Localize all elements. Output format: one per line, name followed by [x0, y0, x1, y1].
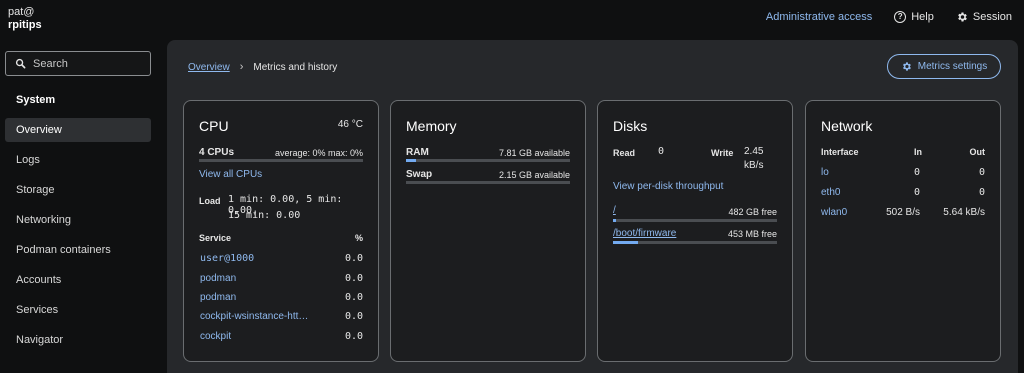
interface-header: Interface [821, 147, 859, 157]
administrative-access-button[interactable]: Administrative access [766, 11, 872, 23]
write-label: Write [711, 148, 734, 158]
sidebar-item-overview[interactable]: Overview [5, 118, 151, 142]
service-link[interactable]: podman [200, 292, 236, 303]
host-label: pat@ rpitips [8, 6, 42, 32]
view-per-disk-throughput-link[interactable]: View per-disk throughput [613, 181, 723, 192]
mount-boot-firmware-bar [613, 241, 777, 244]
mount-root-fill [613, 219, 617, 222]
read-label: Read [613, 148, 636, 158]
swap-available: 2.15 GB available [498, 170, 570, 180]
memory-title: Memory [406, 118, 457, 134]
service-value: 0.0 [344, 273, 363, 284]
interface-eth0-link[interactable]: eth0 [821, 187, 840, 198]
service-row: podman 0.0 [200, 273, 363, 284]
help-icon: ? [894, 11, 907, 23]
cpu-title: CPU [199, 118, 229, 134]
ram-label: RAM [406, 147, 429, 158]
interface-wlan0-in: 502 B/s [886, 207, 920, 218]
ram-usage-bar [406, 159, 570, 162]
search-input[interactable]: Search [5, 51, 151, 76]
disks-title: Disks [613, 118, 648, 134]
cpu-usage-bar [199, 159, 363, 162]
load-label: Load [199, 196, 221, 206]
cpu-card: CPU 46 °C 4 CPUs average: 0% max: 0% Vie… [183, 100, 379, 362]
service-row: cockpit 0.0 [200, 331, 363, 342]
mount-boot-firmware-free: 453 MB free [727, 229, 777, 239]
sidebar-item-storage[interactable]: Storage [5, 178, 151, 202]
metrics-settings-button[interactable]: Metrics settings [887, 54, 1001, 79]
service-row: user@1000 0.0 [200, 253, 363, 264]
mount-root-bar [613, 219, 777, 222]
cpu-temperature: 46 °C [337, 119, 363, 130]
memory-card: Memory RAM 7.81 GB available Swap 2.15 G… [390, 100, 586, 362]
mount-root-free: 482 GB free [728, 207, 777, 217]
view-all-cpus-link[interactable]: View all CPUs [199, 169, 262, 180]
cpu-average: average: 0% max: 0% [274, 148, 363, 158]
session-label: Session [972, 11, 1012, 23]
service-link[interactable]: cockpit [200, 331, 231, 342]
ram-usage-fill [406, 159, 416, 162]
help-button[interactable]: ? Help [894, 11, 934, 23]
breadcrumb: Overview › Metrics and history [188, 61, 337, 73]
host-name: rpitips [8, 19, 42, 31]
breadcrumb-overview-link[interactable]: Overview [188, 62, 230, 73]
breadcrumb-current: Metrics and history [253, 61, 338, 73]
swap-usage-bar [406, 181, 570, 184]
service-value: 0.0 [344, 253, 363, 264]
session-button[interactable]: Session [956, 11, 1012, 23]
out-header: Out [969, 147, 986, 157]
service-value: 0.0 [344, 331, 363, 342]
gear-icon [902, 62, 911, 71]
interface-eth0-out: 0 [978, 187, 985, 198]
host-user: pat@ [8, 6, 35, 18]
search-placeholder: Search [33, 57, 68, 70]
interface-eth0-in: 0 [913, 187, 920, 198]
swap-label: Swap [406, 169, 433, 180]
service-header: Service [199, 233, 232, 243]
mount-boot-firmware-fill [613, 241, 638, 244]
service-link[interactable]: user@1000 [200, 253, 254, 264]
percent-header: % [354, 233, 363, 243]
network-card: Network Interface In Out lo 0 0 eth0 0 0… [805, 100, 1001, 362]
sidebar-item-podman-containers[interactable]: Podman containers [5, 238, 151, 262]
read-value: 0 [658, 146, 665, 157]
load-line-2: 15 min: 0.00 [228, 210, 301, 221]
sidebar-item-networking[interactable]: Networking [5, 208, 151, 232]
metrics-settings-label: Metrics settings [917, 61, 988, 72]
cpu-count: 4 CPUs [199, 147, 235, 158]
interface-lo-link[interactable]: lo [821, 167, 829, 178]
mount-boot-firmware-link[interactable]: /boot/firmware [613, 228, 676, 239]
write-unit: kB/s [744, 160, 764, 171]
disks-card: Disks Read 0 Write 2.45 kB/s View per-di… [597, 100, 793, 362]
main-panel: Overview › Metrics and history Metrics s… [167, 40, 1018, 373]
mount-root-link[interactable]: / [613, 205, 616, 216]
sidebar-item-navigator[interactable]: Navigator [5, 328, 151, 352]
breadcrumb-separator-icon: › [239, 61, 244, 73]
write-value: 2.45 [744, 146, 764, 157]
interface-wlan0-out: 5.64 kB/s [943, 207, 985, 218]
ram-available: 7.81 GB available [498, 148, 570, 158]
help-label: Help [911, 11, 934, 23]
search-icon [15, 58, 26, 69]
sidebar-section-system: System [16, 94, 56, 106]
sidebar-nav: System Overview Logs Storage Networking … [5, 88, 151, 352]
sidebar-item-logs[interactable]: Logs [5, 148, 151, 172]
sidebar-item-services[interactable]: Services [5, 298, 151, 322]
interface-lo-in: 0 [913, 167, 920, 178]
gear-icon [958, 12, 967, 22]
service-row: podman 0.0 [200, 292, 363, 303]
service-link[interactable]: cockpit-wsinstance-htt… [200, 311, 308, 322]
top-nav: Administrative access ? Help Session [766, 11, 1012, 23]
service-link[interactable]: podman [200, 273, 236, 284]
network-title: Network [821, 118, 873, 134]
sidebar-item-accounts[interactable]: Accounts [5, 268, 151, 292]
in-header: In [914, 147, 922, 157]
service-row: cockpit-wsinstance-htt… 0.0 [200, 311, 363, 322]
service-value: 0.0 [344, 292, 363, 303]
service-value: 0.0 [344, 311, 363, 322]
interface-lo-out: 0 [978, 167, 985, 178]
interface-wlan0-link[interactable]: wlan0 [821, 207, 847, 218]
